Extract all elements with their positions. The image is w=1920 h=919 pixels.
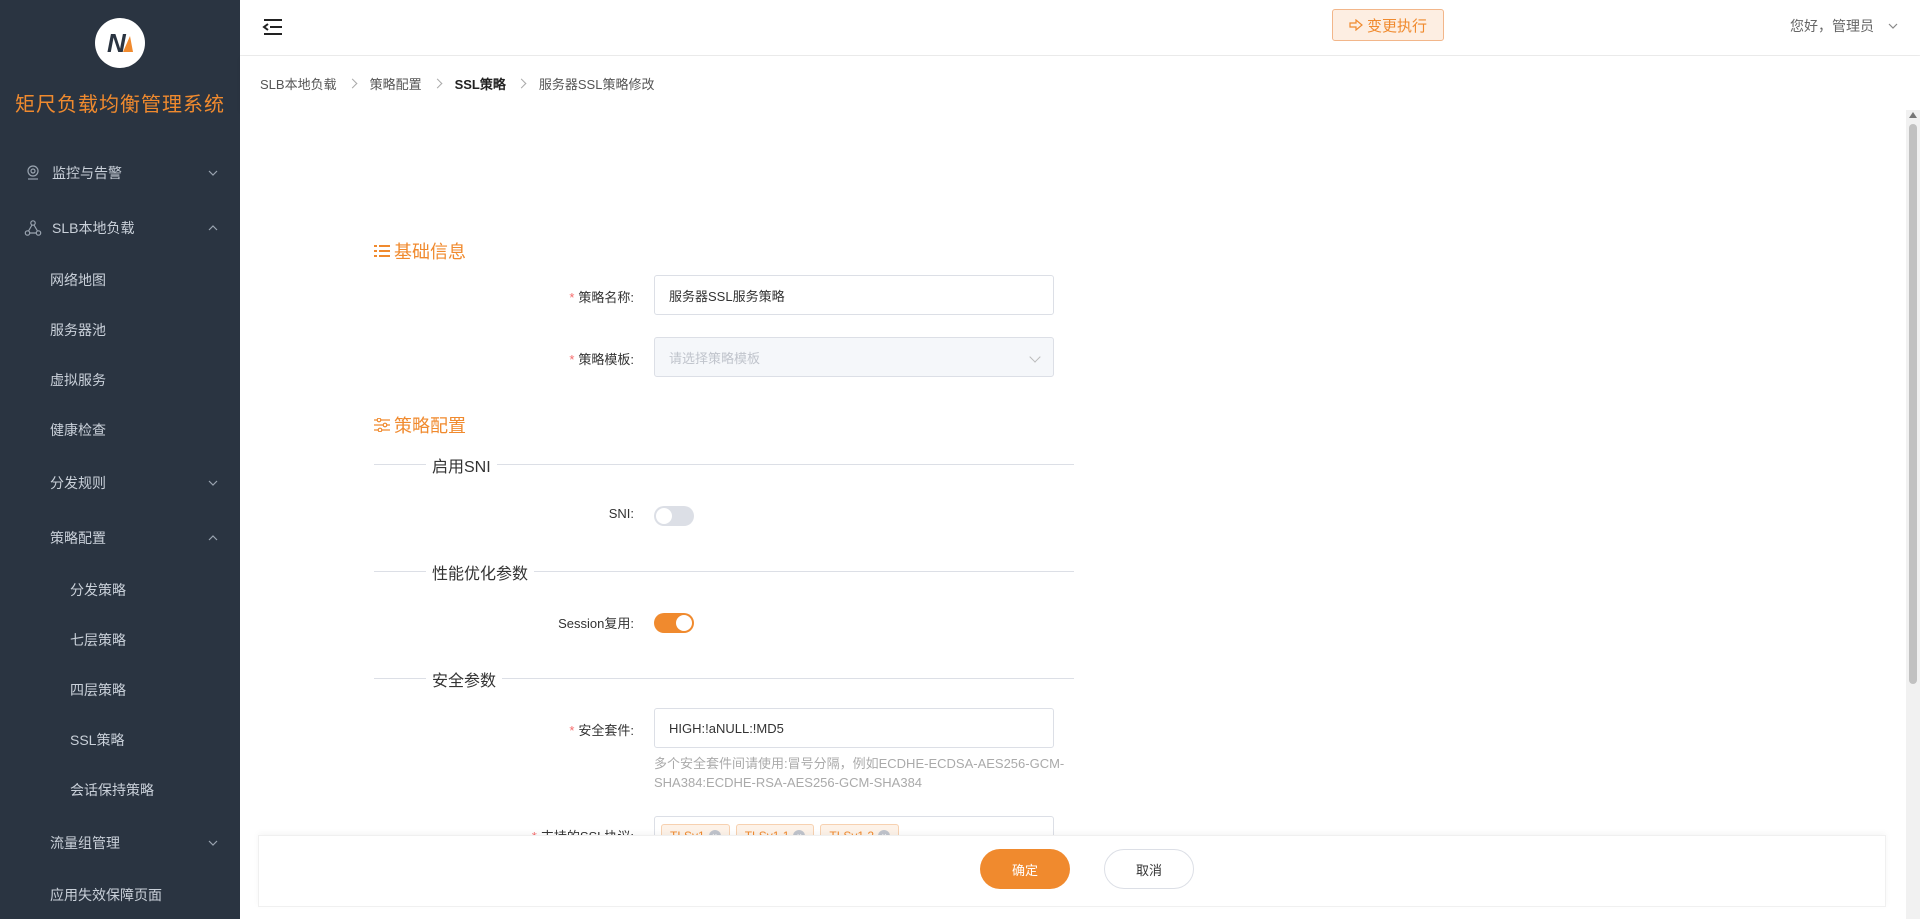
change-execute-button[interactable]: 变更执行 <box>1332 9 1444 41</box>
sidebar-item-slb[interactable]: SLB本地负载 <box>0 200 240 255</box>
chevron-up-icon <box>208 224 218 230</box>
policy-name-label: * 策略名称: <box>569 290 634 305</box>
section-title-basic: 基础信息 <box>374 238 466 264</box>
breadcrumb-item[interactable]: SSL策略 <box>455 74 506 93</box>
group-title-perf: 性能优化参数 <box>426 560 535 584</box>
chevron-down-icon <box>1029 351 1041 363</box>
breadcrumb-item[interactable]: 策略配置 <box>370 74 422 93</box>
main-content: 基础信息 * 策略名称: 服务器SSL服务策略 * 策略模板: 请选择策略模板 策略… <box>240 110 1920 919</box>
list-icon <box>374 245 390 257</box>
section-title-config: 策略配置 <box>374 412 466 438</box>
sliders-icon <box>374 418 390 432</box>
monitor-pin-icon <box>27 164 39 180</box>
chevron-down-icon <box>208 480 218 486</box>
sidebar-item-session-policy[interactable]: 会话保持策略 <box>0 765 240 815</box>
sidebar-item-policy-config[interactable]: 策略配置 <box>0 510 240 565</box>
chevron-down-icon[interactable] <box>1888 21 1898 31</box>
chevron-right-icon <box>432 78 443 88</box>
sidebar-item-virtual-service[interactable]: 虚拟服务 <box>0 355 240 405</box>
brand: N 矩尺负载均衡管理系统 <box>0 0 240 145</box>
sidebar-item-label: 分发规则 <box>50 474 106 491</box>
top-header: 变更执行 您好，管理员 <box>240 0 1920 56</box>
policy-name-input[interactable]: 服务器SSL服务策略 <box>654 275 1054 315</box>
sidebar-item-label: 应用失效保障页面 <box>50 887 162 903</box>
sidebar: N 矩尺负载均衡管理系统 监控与告警 SLB本地负载 网络地图 服务器池 虚拟服… <box>0 0 240 919</box>
sidebar-item-label: 监控与告警 <box>52 164 122 181</box>
app-logo: N <box>95 18 145 68</box>
cipher-label: * 安全套件: <box>569 723 634 738</box>
arrow-right-icon <box>1349 19 1363 31</box>
chevron-right-icon <box>347 78 358 88</box>
policy-template-select[interactable]: 请选择策略模板 <box>654 337 1054 377</box>
breadcrumb-item[interactable]: SLB本地负载 <box>260 74 337 93</box>
sidebar-item-label: 策略配置 <box>50 529 106 546</box>
chevron-down-icon <box>208 840 218 846</box>
cancel-button[interactable]: 取消 <box>1104 849 1194 889</box>
sidebar-item-server-pool[interactable]: 服务器池 <box>0 305 240 355</box>
session-label: Session复用: <box>558 616 634 631</box>
sidebar-item-label: 七层策略 <box>70 632 126 648</box>
confirm-button[interactable]: 确定 <box>980 849 1070 889</box>
svg-text:N: N <box>107 28 127 58</box>
sidebar-item-dispatch-policy[interactable]: 分发策略 <box>0 565 240 615</box>
content-scrollbar[interactable] <box>1906 110 1920 919</box>
sidebar-item-label: 四层策略 <box>70 682 126 698</box>
sidebar-item-traffic-group[interactable]: 流量组管理 <box>0 815 240 870</box>
cipher-value: HIGH:!aNULL:!MD5 <box>669 720 784 736</box>
menu-collapse-icon[interactable] <box>262 16 284 38</box>
chevron-right-icon <box>516 78 527 88</box>
sidebar-item-label: 健康检查 <box>50 422 106 438</box>
section-title-label: 策略配置 <box>394 416 466 436</box>
policy-template-label: * 策略模板: <box>569 352 634 367</box>
sidebar-item-dispatch-rules[interactable]: 分发规则 <box>0 455 240 510</box>
cipher-hint: 多个安全套件间请使用:冒号分隔，例如ECDHE-ECDSA-AES256-GCM… <box>654 756 1065 790</box>
policy-template-placeholder: 请选择策略模板 <box>669 350 761 366</box>
sidebar-item-l7-policy[interactable]: 七层策略 <box>0 615 240 665</box>
sidebar-item-label: 会话保持策略 <box>70 782 154 798</box>
breadcrumb: SLB本地负载 策略配置 SSL策略 服务器SSL策略修改 <box>240 56 1920 110</box>
logo-mark-icon: N <box>107 28 133 58</box>
action-bar <box>258 835 1886 907</box>
switch-knob <box>676 615 692 631</box>
group-title-security: 安全参数 <box>426 667 503 691</box>
breadcrumb-current: 服务器SSL策略修改 <box>538 76 655 92</box>
sidebar-item-label: 网络地图 <box>50 272 106 288</box>
sidebar-item-ssl-policy[interactable]: SSL策略 <box>0 715 240 765</box>
sidebar-nav: 监控与告警 SLB本地负载 网络地图 服务器池 虚拟服务 健康检查 分发规则 策… <box>0 145 240 919</box>
sidebar-item-fail-page[interactable]: 应用失效保障页面 <box>0 870 240 919</box>
sidebar-item-label: 虚拟服务 <box>50 372 106 388</box>
sidebar-item-l4-policy[interactable]: 四层策略 <box>0 665 240 715</box>
sidebar-item-label: 流量组管理 <box>50 834 120 851</box>
scroll-up-arrow-icon[interactable] <box>1909 112 1917 118</box>
change-execute-label: 变更执行 <box>1366 17 1427 35</box>
sni-switch[interactable] <box>654 506 694 526</box>
group-title-sni: 启用SNI <box>426 453 497 477</box>
user-greeting[interactable]: 您好，管理员 <box>1790 16 1874 36</box>
session-reuse-switch[interactable] <box>654 613 694 633</box>
sidebar-item-monitor[interactable]: 监控与告警 <box>0 145 240 200</box>
chevron-up-icon <box>208 534 218 540</box>
sidebar-item-label: 分发策略 <box>70 582 126 598</box>
sidebar-item-network-map[interactable]: 网络地图 <box>0 255 240 305</box>
app-title: 矩尺负载均衡管理系统 <box>15 94 225 116</box>
scroll-thumb[interactable] <box>1909 124 1917 684</box>
section-title-label: 基础信息 <box>394 242 466 262</box>
sidebar-item-label: SLB本地负载 <box>52 219 135 236</box>
cipher-input[interactable]: HIGH:!aNULL:!MD5 <box>654 708 1054 748</box>
sidebar-item-label: 服务器池 <box>50 322 106 338</box>
policy-name-value: 服务器SSL服务策略 <box>669 288 785 304</box>
switch-knob <box>656 508 672 524</box>
sidebar-item-health-check[interactable]: 健康检查 <box>0 405 240 455</box>
sni-label: SNI: <box>608 506 634 521</box>
network-icon <box>24 219 42 236</box>
sidebar-item-label: SSL策略 <box>70 732 125 748</box>
chevron-down-icon <box>208 170 218 176</box>
